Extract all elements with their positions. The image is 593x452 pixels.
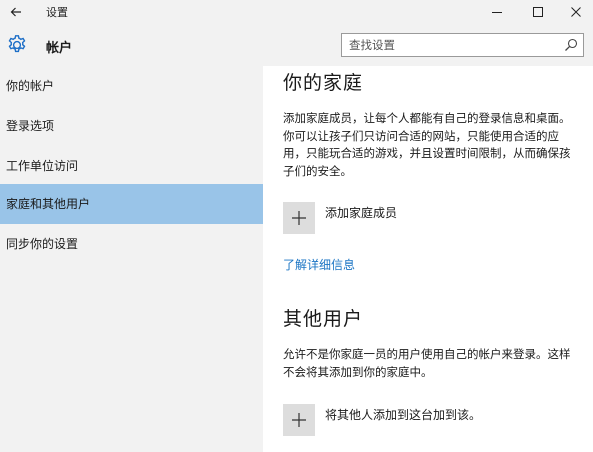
plus-icon xyxy=(292,211,306,225)
family-heading: 你的家庭 xyxy=(283,72,364,94)
maximize-button[interactable] xyxy=(521,0,555,24)
arrow-left-icon xyxy=(10,7,21,17)
maximize-icon xyxy=(533,7,543,17)
sidebar-item-family-other-users[interactable]: 家庭和其他用户 xyxy=(0,184,263,224)
window-title: 设置 xyxy=(46,6,68,19)
search-input[interactable] xyxy=(342,34,564,56)
title-bar: 设置 xyxy=(0,0,593,24)
main-content: 你的家庭 添加家庭成员，让每个人都能有自己的登录信息和桌面。你可以让孩子们只访问… xyxy=(263,66,593,452)
sidebar-item-label: 家庭和其他用户 xyxy=(6,197,91,211)
other-users-heading: 其他用户 xyxy=(283,308,364,330)
add-family-member-button[interactable] xyxy=(283,202,315,234)
add-other-user-label[interactable]: 将其他人添加到这台加到该。 xyxy=(325,406,481,423)
page-header: 帐户 xyxy=(0,24,593,66)
close-button[interactable] xyxy=(559,0,593,24)
add-family-member-label[interactable]: 添加家庭成员 xyxy=(325,204,397,221)
sidebar-item-label: 你的帐户 xyxy=(6,79,55,93)
sidebar-item-label: 同步你的设置 xyxy=(6,237,79,251)
sidebar-item-your-account[interactable]: 你的帐户 xyxy=(0,66,263,106)
search-box[interactable] xyxy=(341,33,584,57)
sidebar-item-sign-in-options[interactable]: 登录选项 xyxy=(0,106,263,146)
sidebar: 你的帐户 登录选项 工作单位访问 家庭和其他用户 同步你的设置 xyxy=(0,66,263,452)
gear-icon xyxy=(8,35,26,53)
add-other-user-button[interactable] xyxy=(283,404,315,436)
other-users-description: 允许不是你家庭一员的用户使用自己的帐户来登录。这样不会将其添加到你的家庭中。 xyxy=(283,347,571,379)
sidebar-item-label: 工作单位访问 xyxy=(6,159,79,173)
back-button[interactable] xyxy=(6,2,26,22)
sidebar-item-work-access[interactable]: 工作单位访问 xyxy=(0,146,263,186)
learn-more-link[interactable]: 了解详细信息 xyxy=(283,256,355,273)
plus-icon xyxy=(292,413,306,427)
sidebar-item-sync-settings[interactable]: 同步你的设置 xyxy=(0,224,263,264)
family-description: 添加家庭成员，让每个人都能有自己的登录信息和桌面。你可以让孩子们只访问合适的网站… xyxy=(283,111,571,178)
search-icon[interactable] xyxy=(564,38,578,52)
minimize-icon xyxy=(492,12,502,13)
minimize-button[interactable] xyxy=(480,0,514,24)
page-title: 帐户 xyxy=(46,41,73,56)
sidebar-item-label: 登录选项 xyxy=(6,119,55,133)
close-icon xyxy=(571,7,581,17)
